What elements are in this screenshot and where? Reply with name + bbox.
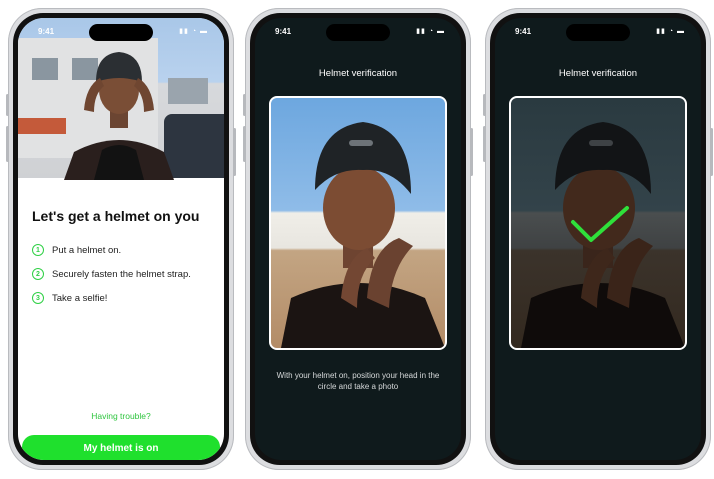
- woman-photo: [64, 52, 174, 180]
- screen-title: Helmet verification: [558, 68, 638, 79]
- camera-frame: [509, 96, 687, 350]
- status-time: 9:41: [38, 27, 55, 36]
- verified-screen: 9:41 ▮▮ ◔ ▬ Helmet verification: [495, 18, 701, 460]
- step-text: Securely fasten the helmet strap.: [52, 268, 191, 280]
- step-number-icon: 1: [32, 244, 44, 256]
- signal-wifi-battery-icon: ▮▮ ◔ ▬: [656, 28, 685, 35]
- screen-title: Helmet verification: [318, 68, 398, 79]
- phone-verified: 9:41 ▮▮ ◔ ▬ Helmet verification: [483, 8, 713, 470]
- step-number-icon: 2: [32, 268, 44, 280]
- signal-wifi-battery-icon: ▮▮ ◔ ▬: [179, 28, 208, 35]
- instruction-text: With your helmet on, position your head …: [276, 371, 440, 391]
- dynamic-island: [566, 24, 630, 41]
- signal-wifi-battery-icon: ▮▮ ◔ ▬: [416, 28, 445, 35]
- status-time: 9:41: [515, 27, 532, 36]
- having-trouble-link[interactable]: Having trouble?: [18, 411, 224, 421]
- step-number-icon: 3: [32, 292, 44, 304]
- helmet-on-button[interactable]: My helmet is on: [22, 435, 220, 460]
- step-2: 2 Securely fasten the helmet strap.: [32, 268, 191, 280]
- dynamic-island: [89, 24, 153, 41]
- dynamic-island: [326, 24, 390, 41]
- status-time: 9:41: [275, 27, 292, 36]
- camera-frame[interactable]: [269, 96, 447, 350]
- phone-verification: 9:41 ▮▮ ◔ ▬ Helmet verification With you…: [243, 8, 473, 470]
- selfie-preview-dimmed: [521, 122, 685, 348]
- step-text: Put a helmet on.: [52, 244, 122, 256]
- hero-photo: [18, 18, 224, 180]
- step-text: Take a selfie!: [52, 292, 108, 304]
- page-title: Let's get a helmet on you: [32, 208, 200, 224]
- step-3: 3 Take a selfie!: [32, 292, 107, 304]
- selfie-preview: [281, 122, 445, 348]
- verification-screen: 9:41 ▮▮ ◔ ▬ Helmet verification With you…: [255, 18, 461, 460]
- step-1: 1 Put a helmet on.: [32, 244, 121, 256]
- phone-onboarding: 9:41 ▮▮ ◔ ▬ Let's get a helmet on you 1 …: [6, 8, 236, 470]
- onboarding-screen: 9:41 ▮▮ ◔ ▬ Let's get a helmet on you 1 …: [18, 18, 224, 460]
